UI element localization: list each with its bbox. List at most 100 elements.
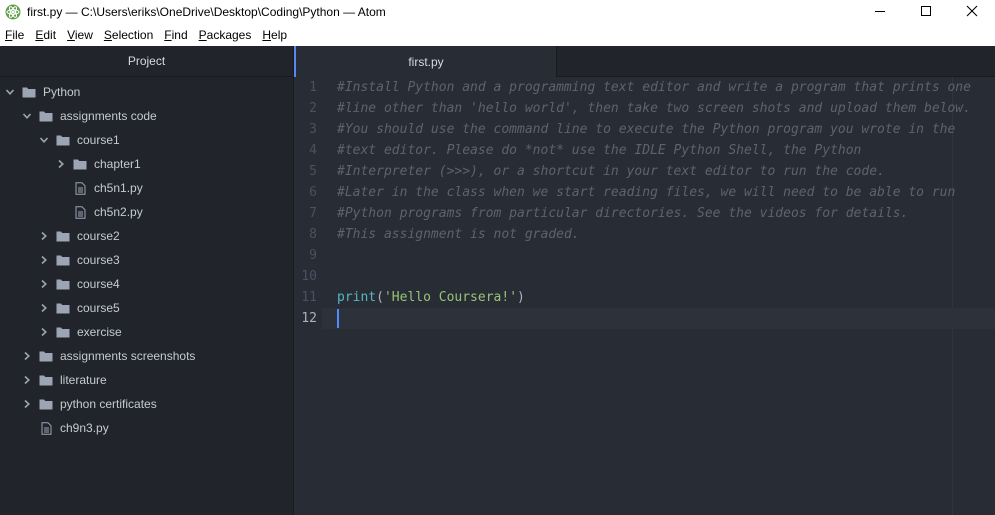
tree-folder[interactable]: assignments code — [0, 104, 293, 128]
code-token: ( — [376, 290, 384, 305]
close-icon — [966, 5, 978, 20]
close-button[interactable] — [949, 0, 995, 24]
folder-icon — [56, 326, 70, 338]
window-title: first.py — C:\Users\eriks\OneDrive\Deskt… — [27, 5, 386, 19]
code-token: #text editor. Please do *not* use the ID… — [337, 143, 862, 158]
tree-item-label: ch9n3.py — [60, 421, 109, 435]
menu-item-mnemonic: H — [262, 28, 272, 42]
code-line[interactable]: #Python programs from particular directo… — [337, 203, 908, 224]
chevron-right-icon[interactable] — [22, 351, 32, 361]
menu-item-find[interactable]: Find — [159, 24, 193, 46]
menu-item-packages[interactable]: Packages — [194, 24, 258, 46]
file-icon — [73, 205, 87, 219]
chevron-right-icon[interactable] — [39, 231, 49, 241]
line-number: 5 — [309, 164, 317, 179]
line-number: 8 — [309, 227, 317, 242]
tree-view-header[interactable]: Project — [0, 46, 293, 77]
tree-item-label: exercise — [77, 325, 122, 339]
maximize-button[interactable] — [903, 0, 949, 24]
tab-first-py[interactable]: first.py — [294, 46, 557, 77]
tab-label: first.py — [408, 54, 444, 69]
cursor-line-highlight — [322, 308, 995, 329]
tree-file[interactable]: ch9n3.py — [0, 416, 293, 440]
folder-icon — [22, 86, 36, 98]
code-line[interactable]: #You should use the command line to exec… — [337, 119, 955, 140]
chevron-right-icon[interactable] — [22, 399, 32, 409]
text-editor[interactable]: 1 2 3 4 5 6 7 8 9 10 11 12 #Install Python and a pr… — [294, 77, 995, 515]
text-cursor — [337, 309, 339, 328]
chevron-down-icon[interactable] — [5, 87, 15, 97]
tree-folder[interactable]: chapter1 — [0, 152, 293, 176]
wrap-guide — [952, 77, 953, 515]
code-token: #Interpreter (>>>), or a shortcut in you… — [337, 164, 885, 179]
line-number: 9 — [309, 248, 317, 263]
tree-item-label: assignments screenshots — [60, 349, 196, 363]
menu-item-label: ile — [12, 28, 25, 42]
tree-folder[interactable]: course4 — [0, 272, 293, 296]
tree-folder[interactable]: course2 — [0, 224, 293, 248]
title-bar[interactable]: first.py — C:\Users\eriks\OneDrive\Deskt… — [0, 0, 995, 24]
code-line[interactable]: #Interpreter (>>>), or a shortcut in you… — [337, 161, 885, 182]
tree-folder[interactable]: python certificates — [0, 392, 293, 416]
line-number: 11 — [301, 290, 317, 305]
chevron-right-icon[interactable] — [56, 159, 66, 169]
code-token: ) — [517, 290, 525, 305]
code-token: #You should use the command line to exec… — [337, 122, 956, 137]
chevron-down-icon[interactable] — [22, 111, 32, 121]
code-token: #Install Python and a programming text e… — [337, 80, 971, 95]
menu-item-edit[interactable]: Edit — [30, 24, 62, 46]
code-line[interactable]: print('Hello Coursera!') — [337, 287, 525, 308]
code-token: print — [337, 290, 377, 305]
tree-folder[interactable]: literature — [0, 368, 293, 392]
menu-item-label: ackages — [206, 28, 252, 42]
menu-item-mnemonic: S — [103, 28, 112, 42]
chevron-right-icon[interactable] — [39, 303, 49, 313]
tree-folder[interactable]: exercise — [0, 320, 293, 344]
code-line[interactable]: #text editor. Please do *not* use the ID… — [337, 140, 861, 161]
line-number: 4 — [309, 143, 317, 158]
chevron-right-icon[interactable] — [22, 375, 32, 385]
menu-item-label: dit — [43, 28, 57, 42]
menu-bar: File Edit View Selection Find Packages Help — [0, 24, 995, 46]
tree-file[interactable]: ch5n2.py — [0, 200, 293, 224]
tree-item-label: course1 — [77, 133, 120, 147]
folder-icon — [56, 278, 70, 290]
line-number-gutter[interactable]: 1 2 3 4 5 6 7 8 9 10 11 12 — [294, 77, 322, 515]
chevron-right-icon[interactable] — [39, 255, 49, 265]
code-token: #line other than 'hello world', then tak… — [337, 101, 971, 116]
menu-item-help[interactable]: Help — [257, 24, 293, 46]
code-token: #Later in the class when we start readin… — [337, 185, 956, 200]
chevron-right-icon[interactable] — [39, 279, 49, 289]
code-line[interactable]: #line other than 'hello world', then tak… — [337, 98, 971, 119]
code-line[interactable]: #This assignment is not graded. — [337, 224, 580, 245]
tree-folder[interactable]: course5 — [0, 296, 293, 320]
code-line[interactable]: #Install Python and a programming text e… — [337, 77, 971, 98]
line-number: 2 — [309, 101, 317, 116]
menu-item-view[interactable]: View — [62, 24, 99, 46]
menu-item-selection[interactable]: Selection — [99, 24, 159, 46]
tree-file[interactable]: ch5n1.py — [0, 176, 293, 200]
tree-folder[interactable]: course1 — [0, 128, 293, 152]
chevron-right-icon[interactable] — [39, 327, 49, 337]
tree-folder[interactable]: course3 — [0, 248, 293, 272]
code-token: #Python programs from particular directo… — [337, 206, 909, 221]
tab-bar: first.py — [294, 46, 995, 77]
maximize-icon — [920, 5, 932, 20]
code-line[interactable]: #Later in the class when we start readin… — [337, 182, 955, 203]
file-icon — [73, 181, 87, 195]
code-token: 'Hello Coursera!' — [383, 290, 518, 305]
atom-window: first.py — C:\Users\eriks\OneDrive\Deskt… — [0, 0, 995, 515]
tree-item-label: ch5n2.py — [94, 205, 143, 219]
tree-item-label: course4 — [77, 277, 120, 291]
tree-folder[interactable]: Python — [0, 80, 293, 104]
folder-icon — [56, 302, 70, 314]
minimize-button[interactable] — [857, 0, 903, 24]
tree-item-label: chapter1 — [94, 157, 141, 171]
minimize-icon — [874, 5, 886, 20]
tree-item-label: literature — [60, 373, 107, 387]
tree-folder[interactable]: assignments screenshots — [0, 344, 293, 368]
menu-item-file[interactable]: File — [0, 24, 30, 46]
chevron-down-icon[interactable] — [39, 135, 49, 145]
folder-icon — [56, 254, 70, 266]
